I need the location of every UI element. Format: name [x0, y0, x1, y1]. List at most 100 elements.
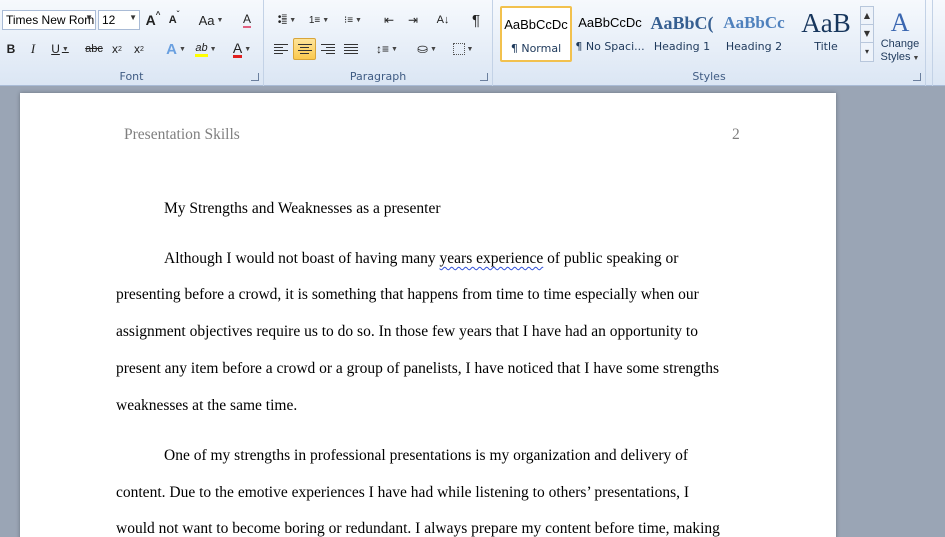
text-effects-icon: A — [166, 40, 177, 58]
chevron-down-icon: ▼ — [322, 16, 330, 24]
paragraph-2-line-1: One of my strengths in professional pres… — [164, 447, 689, 464]
paragraph-1-line-2: presenting before a crowd, it is somethi… — [116, 286, 699, 303]
align-center-icon — [297, 44, 312, 54]
shrink-font-button[interactable]: Aˇ — [165, 9, 183, 31]
font-size-value: 12 — [102, 13, 116, 27]
document-title-line: My Strengths and Weaknesses as a present… — [164, 200, 441, 217]
align-left-button[interactable] — [270, 38, 292, 60]
decrease-indent-button[interactable]: ⇤ — [378, 9, 400, 31]
chevron-down-icon: ▼ — [391, 45, 398, 53]
caret-down-icon: ˇ — [176, 10, 180, 19]
text-run: Although I would not boast of having man… — [164, 250, 440, 267]
header-title: Presentation Skills — [124, 126, 240, 143]
chevron-down-icon[interactable]: ▼ — [861, 25, 873, 43]
justify-icon — [344, 44, 358, 54]
strikethrough-button[interactable]: abc — [82, 38, 106, 60]
change-styles-label: Change — [880, 37, 920, 50]
style-heading-1[interactable]: AaBbC( Heading 1 — [646, 6, 718, 62]
style-preview: AaBbCc — [723, 13, 785, 32]
chevron-down-icon: ▼ — [209, 45, 217, 53]
superscript-button[interactable]: x2 — [130, 38, 148, 60]
styles-group-label: Styles — [692, 70, 726, 83]
paint-bucket-icon: ⛀ — [417, 41, 428, 56]
chevron-up-icon[interactable]: ▲ — [861, 7, 873, 25]
increase-indent-button[interactable]: ⇥ — [402, 9, 424, 31]
style-preview: AaBbCcDc — [578, 15, 642, 30]
style-name: ¶ Normal — [510, 42, 562, 55]
editing-group-edge — [932, 0, 945, 86]
change-styles-icon: A — [890, 7, 910, 37]
justify-button[interactable] — [340, 38, 362, 60]
grow-font-icon: A — [145, 12, 156, 28]
chevron-down-icon: ▼ — [61, 45, 69, 53]
align-center-button[interactable] — [293, 38, 316, 60]
bold-icon: B — [6, 42, 16, 56]
shading-button[interactable]: ⛀ ▼ — [412, 38, 442, 60]
bullets-button[interactable]: •≡ •≡ ▼ — [272, 9, 302, 31]
header-page-number: 2 — [732, 126, 740, 143]
text-highlight-button[interactable]: ab ▼ — [192, 38, 220, 60]
text-effects-button[interactable]: A ▼ — [162, 38, 190, 60]
paragraph-dialog-launcher-icon[interactable] — [480, 73, 488, 81]
chevron-down-icon: ▼ — [466, 45, 474, 53]
sort-icon: A↓ — [436, 14, 450, 26]
line-spacing-button[interactable]: ↕≡ ▼ — [372, 38, 402, 60]
font-name-value: Times New Rom — [6, 13, 95, 27]
underline-button[interactable]: U ▼ — [48, 38, 72, 60]
font-name-combo[interactable]: Times New Rom ▼ — [2, 10, 96, 30]
style-no-spacing[interactable]: AaBbCcDc ¶ No Spaci... — [574, 6, 646, 62]
grow-font-button[interactable]: A ^ — [144, 9, 162, 31]
document-page[interactable]: Presentation Skills 2 My Strengths and W… — [20, 93, 836, 537]
font-group: Times New Rom ▼ 12 ▼ A ^ Aˇ Aa ▼ A B I U ▼ … — [0, 0, 264, 86]
font-dialog-launcher-icon[interactable] — [251, 73, 259, 81]
multilevel-list-button[interactable]: ⁝≡ ▼ — [338, 9, 368, 31]
paragraph-2-line-2: content. Due to the emotive experiences … — [116, 484, 690, 501]
subscript-button[interactable]: x2 — [108, 38, 126, 60]
paragraph-1-line-4: present any item before a crowd or a gro… — [116, 360, 720, 377]
borders-icon — [452, 43, 465, 55]
align-right-button[interactable] — [317, 38, 339, 60]
styles-gallery: AaBbCcDc ¶ Normal AaBbCcDc ¶ No Spaci...… — [498, 6, 862, 62]
font-group-label: Font — [119, 70, 144, 83]
change-styles-label-2: Styles ▼ — [881, 51, 920, 65]
clear-formatting-button[interactable]: A — [236, 9, 258, 31]
styles-dialog-launcher-icon[interactable] — [913, 73, 921, 81]
paragraph-2-line-3: would not want to become boring or redun… — [116, 520, 720, 537]
underline-icon: U — [51, 42, 60, 56]
italic-button[interactable]: I — [24, 38, 42, 60]
paragraph-1-line-1: Although I would not boast of having man… — [164, 250, 678, 268]
chevron-down-icon: ▼ — [244, 45, 252, 53]
sort-button[interactable]: A↓ — [432, 9, 454, 31]
align-right-icon — [321, 44, 335, 54]
shrink-font-icon: A — [168, 14, 177, 26]
more-icon[interactable]: ▾ — [861, 43, 873, 61]
font-color-button[interactable]: A ▼ — [228, 38, 256, 60]
chevron-down-icon: ▼ — [429, 45, 437, 53]
style-preview: AaBbCcDc — [504, 17, 568, 32]
strikethrough-icon: abc — [85, 43, 103, 55]
chevron-down-icon: ▼ — [178, 45, 186, 53]
chevron-down-icon: ▼ — [355, 16, 362, 24]
paragraph-group: •≡ •≡ ▼ 1≡ ▼ ⁝≡ ▼ ⇤ ⇥ A↓ ¶ ↕≡ ▼ ⛀ ▼ ▼ Pa… — [264, 0, 493, 86]
paragraph-group-label: Paragraph — [349, 70, 407, 83]
numbering-button[interactable]: 1≡ ▼ — [304, 9, 334, 31]
style-preview: AaBbC( — [650, 13, 714, 33]
styles-gallery-scroll[interactable]: ▲ ▼ ▾ — [860, 6, 874, 62]
decrease-indent-icon: ⇤ — [383, 13, 395, 27]
change-styles-button[interactable]: A Change Styles ▼ — [876, 4, 924, 68]
borders-button[interactable]: ▼ — [448, 38, 478, 60]
highlighter-icon: ab — [195, 42, 208, 57]
multilevel-list-icon: ⁝≡ — [344, 14, 354, 26]
bold-button[interactable]: B — [2, 38, 20, 60]
show-hide-marks-button[interactable]: ¶ — [466, 9, 486, 31]
change-case-icon: Aa — [198, 12, 215, 28]
pilcrow-icon: ¶ — [471, 11, 481, 29]
style-preview: AaB — [801, 8, 851, 38]
style-title[interactable]: AaB Title — [790, 6, 862, 62]
font-size-combo[interactable]: 12 ▼ — [98, 10, 140, 30]
spelling-error-run[interactable]: years experience — [440, 250, 544, 267]
style-name: Heading 2 — [725, 40, 783, 53]
change-case-button[interactable]: Aa ▼ — [196, 9, 226, 31]
style-normal[interactable]: AaBbCcDc ¶ Normal — [500, 6, 572, 62]
style-heading-2[interactable]: AaBbCc Heading 2 — [718, 6, 790, 62]
